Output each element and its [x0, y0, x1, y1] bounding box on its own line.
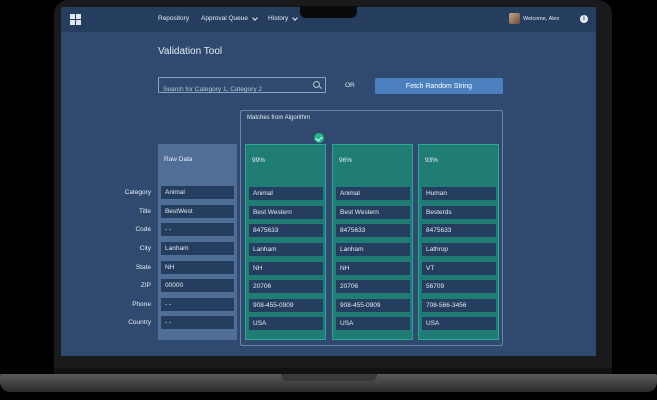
value-cell[interactable]: NH — [336, 262, 410, 275]
value-cell[interactable]: Animal — [161, 186, 234, 199]
value-cell[interactable]: - - — [161, 316, 234, 329]
nav-history[interactable]: History — [268, 14, 299, 22]
value-cell[interactable]: 8475633 — [249, 224, 323, 237]
value-cell[interactable]: Best Western — [249, 206, 323, 219]
field-label: Phone — [132, 301, 151, 308]
or-text: OR — [345, 82, 355, 89]
value-cell[interactable]: USA — [336, 317, 410, 330]
value-cell[interactable]: USA — [249, 317, 323, 330]
field-label: Title — [138, 208, 151, 215]
info-icon[interactable]: i — [580, 15, 588, 23]
value-cell[interactable]: Best Western — [336, 206, 410, 219]
match-score: 96% — [339, 157, 353, 164]
value-cell[interactable]: Lanham — [249, 243, 323, 256]
value-cell[interactable]: 908-455-0909 — [336, 299, 410, 312]
check-icon — [314, 133, 324, 143]
value-cell[interactable]: Lathrop — [422, 243, 496, 256]
nav-repository-label: Repository — [158, 15, 190, 22]
value-cell[interactable]: - - — [161, 298, 234, 311]
match-column-1[interactable]: 99% Animal Best Western 8475633 Lanham NH 207… — [245, 144, 326, 340]
avatar[interactable] — [509, 13, 520, 24]
value-cell[interactable]: - - — [161, 223, 234, 236]
field-label: Code — [135, 226, 151, 233]
value-cell[interactable]: 8475633 — [422, 224, 496, 237]
value-cell[interactable]: 56709 — [422, 280, 496, 293]
value-cell[interactable]: Animal — [336, 187, 410, 200]
match-column-2[interactable]: 96% Animal Best Western 8475633 Lanham NH 207… — [332, 144, 413, 340]
value-cell[interactable]: NH — [161, 261, 234, 274]
camera-notch — [300, 6, 357, 18]
search-box — [158, 77, 326, 97]
matches-label: Matches from Algorithm — [247, 115, 311, 121]
value-cell[interactable]: NH — [249, 262, 323, 275]
value-cell[interactable]: Lanham — [336, 243, 410, 256]
value-cell[interactable]: BestWest — [161, 205, 234, 218]
field-label: ZIP — [140, 282, 151, 289]
raw-data-column: Raw Data Animal BestWest - - Lanham NH 00000 -… — [158, 144, 237, 340]
nav-approval-queue[interactable]: Approval Queue — [201, 14, 258, 22]
value-cell[interactable]: Besterds — [422, 206, 496, 219]
value-cell[interactable]: 20706 — [336, 280, 410, 293]
value-cell[interactable]: Lanham — [161, 242, 234, 255]
value-cell[interactable]: 708-566-3456 — [422, 299, 496, 312]
value-cell[interactable]: 908-455-0909 — [249, 299, 323, 312]
value-cell[interactable]: Human — [422, 187, 496, 200]
field-label: State — [135, 264, 151, 271]
value-cell[interactable]: USA — [422, 317, 496, 330]
field-label: Category — [124, 189, 151, 196]
value-cell[interactable]: 00000 — [161, 279, 234, 292]
value-cell[interactable]: 20706 — [249, 280, 323, 293]
chevron-down-icon — [252, 14, 258, 21]
page-title: Validation Tool — [158, 46, 223, 57]
match-score: 99% — [252, 157, 266, 164]
value-cell[interactable]: 8475633 — [336, 224, 410, 237]
fetch-random-string-button[interactable]: Fetch Random String — [375, 78, 503, 94]
nav-repository[interactable]: Repository — [158, 15, 189, 22]
raw-data-header: Raw Data — [164, 156, 193, 163]
app-screen: Repository Approval Queue History Welcom… — [61, 7, 596, 356]
value-cell[interactable]: VT — [422, 262, 496, 275]
welcome-text: Welcome, Alex — [523, 16, 560, 22]
chevron-down-icon — [292, 14, 299, 21]
match-score: 93% — [425, 157, 439, 164]
nav-approval-queue-label: Approval Queue — [201, 15, 248, 22]
laptop-base-notch — [281, 374, 377, 381]
value-cell[interactable]: Animal — [249, 187, 323, 200]
field-label: Country — [128, 319, 151, 326]
field-label: City — [139, 245, 151, 252]
grid-logo-icon[interactable] — [70, 14, 81, 25]
match-column-3[interactable]: 93% Human Besterds 8475633 Lathrop VT 56709 70… — [418, 144, 499, 340]
search-input[interactable] — [159, 82, 309, 97]
nav-history-label: History — [268, 15, 289, 22]
search-icon[interactable] — [313, 81, 320, 88]
